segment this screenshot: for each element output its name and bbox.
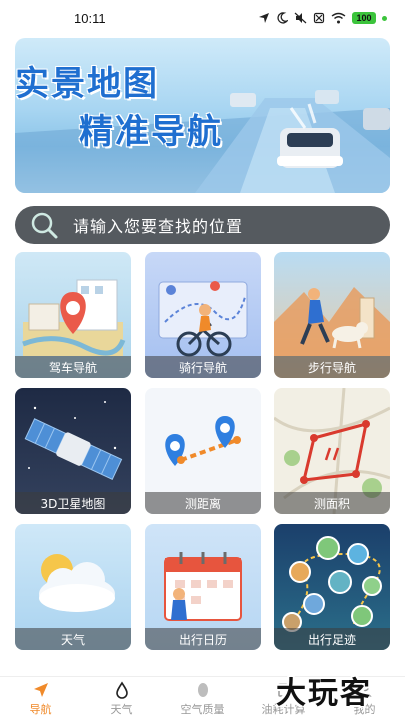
tile-label: 骑行导航	[178, 360, 227, 375]
banner-title-line1: 实景地图	[15, 64, 159, 104]
search-input[interactable]: 请输入您要查找的位置	[15, 206, 390, 244]
search-icon	[31, 212, 58, 239]
tile-label-bar: 出行日历	[145, 628, 261, 650]
tile-drive-navigation[interactable]: 驾车导航	[15, 252, 131, 378]
navigation-arrow-icon	[33, 682, 48, 697]
hero-banner[interactable]: 实景地图 精准导航	[15, 38, 390, 193]
leaf-icon	[197, 682, 208, 697]
tab-label: 导航	[29, 702, 52, 716]
tile-travel-calendar[interactable]: 出行日历	[145, 524, 261, 650]
charging-dot	[382, 15, 387, 21]
tab-navigation[interactable]: 导航	[0, 677, 81, 720]
search-placeholder: 请输入您要查找的位置	[73, 217, 244, 236]
tile-label-bar: 天气	[15, 628, 131, 650]
battery-icon: 100	[352, 12, 376, 24]
tab-air-quality[interactable]: 空气质量	[162, 677, 243, 720]
tile-label-bar: 骑行导航	[145, 356, 261, 378]
location-arrow-icon	[259, 13, 269, 23]
tile-label-bar: 出行足迹	[274, 628, 390, 650]
tile-label-bar: 驾车导航	[15, 356, 131, 378]
tile-measure-area[interactable]: 测面积	[274, 388, 390, 514]
tile-label: 测面积	[313, 496, 350, 511]
tile-walk-navigation[interactable]: 步行导航	[274, 252, 390, 378]
sim-off-icon	[313, 12, 325, 24]
tile-label: 步行导航	[307, 360, 356, 375]
tab-label: 空气质量	[180, 702, 225, 716]
tile-label: 出行足迹	[307, 632, 356, 647]
tile-label: 天气	[60, 632, 85, 647]
wifi-icon	[331, 12, 346, 24]
moon-icon	[277, 12, 288, 24]
tile-travel-footprint[interactable]: 出行足迹	[274, 524, 390, 650]
tile-label-bar: 测面积	[274, 492, 390, 514]
tile-weather[interactable]: 天气	[15, 524, 131, 650]
tile-label-bar: 步行导航	[274, 356, 390, 378]
mute-icon	[294, 12, 307, 24]
tile-label: 出行日历	[178, 632, 227, 647]
tab-weather[interactable]: 天气	[81, 677, 162, 720]
drop-icon	[115, 681, 128, 699]
tile-measure-distance[interactable]: 测距离	[145, 388, 261, 514]
status-icons: 100	[258, 12, 387, 24]
tile-label: 驾车导航	[48, 360, 97, 375]
tab-label: 天气	[110, 702, 133, 716]
status-bar: 10:11 100	[0, 0, 405, 36]
tile-label-bar: 3D卫星地图	[15, 492, 131, 514]
tile-label-bar: 测距离	[145, 492, 261, 514]
tile-bike-navigation[interactable]: 骑行导航	[145, 252, 261, 378]
tile-label: 测距离	[184, 496, 221, 511]
status-time: 10:11	[74, 10, 106, 26]
tile-3d-satellite-map[interactable]: 3D卫星地图	[15, 388, 131, 514]
tile-label: 3D卫星地图	[40, 496, 106, 511]
watermark: 大玩客	[276, 676, 372, 711]
banner-title-line2: 精准导航	[79, 112, 223, 152]
